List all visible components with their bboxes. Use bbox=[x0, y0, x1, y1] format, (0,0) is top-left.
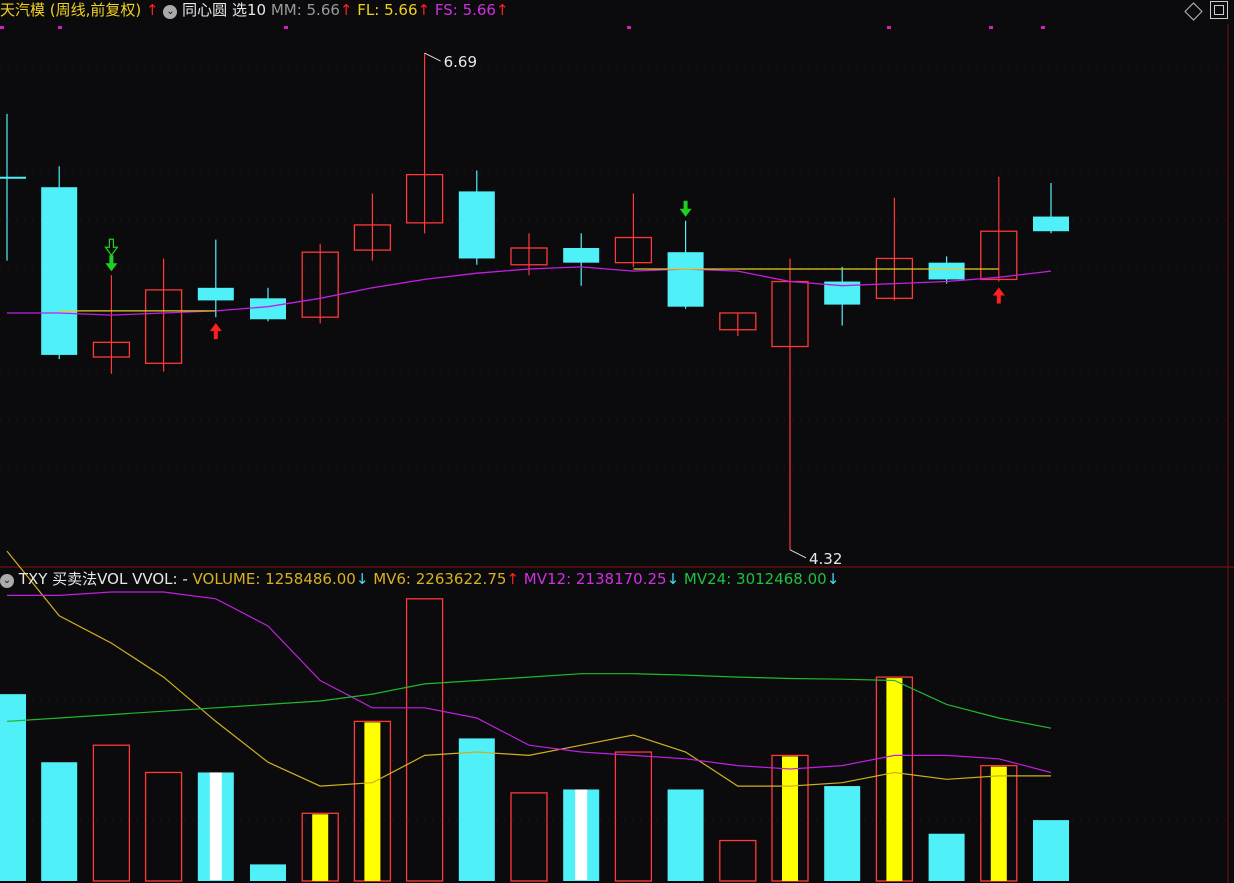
top-marker bbox=[887, 26, 891, 29]
window-controls bbox=[1184, 1, 1228, 21]
mm-value: MM: 5.66 bbox=[270, 1, 340, 19]
candle-body bbox=[458, 191, 495, 259]
volume-bar-inner bbox=[312, 814, 329, 881]
diamond-icon[interactable] bbox=[1184, 2, 1203, 21]
candle-body bbox=[1033, 216, 1069, 232]
volume-bar-inner bbox=[990, 766, 1007, 881]
volume-down-arrow-icon: ↓ bbox=[355, 570, 369, 588]
candle-body bbox=[667, 252, 704, 307]
mv12-value: MV12: 2138170.25 bbox=[523, 570, 667, 588]
top-marker bbox=[0, 26, 4, 29]
dropdown-circle-icon[interactable]: ⌄ bbox=[0, 574, 14, 588]
mv24-value: MV24: 3012468.00 bbox=[683, 570, 827, 588]
fs-up-arrow-icon: ↑ bbox=[495, 1, 509, 19]
volume-bar bbox=[667, 789, 704, 881]
volume-bar-inner bbox=[575, 789, 588, 880]
mv24-down-arrow-icon: ↓ bbox=[826, 570, 840, 588]
candle-body bbox=[928, 262, 965, 280]
up-arrow-icon: ↑ bbox=[146, 1, 159, 19]
volume-bar bbox=[0, 694, 26, 881]
candle-body bbox=[197, 287, 234, 301]
volume-indicator-name[interactable]: TXY 买卖法VOL VVOL: - bbox=[19, 570, 188, 588]
top-marker bbox=[989, 26, 993, 29]
top-marker bbox=[627, 26, 631, 29]
chart-header: 天汽模 (周线,前复权) ↑ ⌄ 同心圆 选10 MM: 5.66↑ FL: 5… bbox=[0, 0, 509, 20]
volume-bar bbox=[41, 762, 78, 881]
top-marker bbox=[284, 26, 288, 29]
volume-bar-inner bbox=[364, 722, 381, 881]
volume-bar-inner bbox=[209, 772, 222, 880]
volume-value: VOLUME: 1258486.00 bbox=[192, 570, 356, 588]
stock-chart[interactable]: 6.69 4.32 bbox=[0, 0, 1234, 883]
volume-bar-inner bbox=[886, 678, 903, 881]
indicator-name[interactable]: 同心圆 选10 bbox=[182, 1, 266, 19]
volume-bar bbox=[1033, 820, 1069, 881]
top-marker bbox=[1041, 26, 1045, 29]
volume-bar bbox=[824, 786, 861, 881]
dropdown-circle-icon[interactable]: ⌄ bbox=[163, 5, 178, 19]
price-extreme-label: 6.69 bbox=[444, 53, 477, 71]
candle-body bbox=[563, 248, 600, 263]
stock-title: 天汽模 (周线,前复权) bbox=[0, 1, 142, 19]
mv12-down-arrow-icon: ↓ bbox=[666, 570, 680, 588]
candle-body bbox=[250, 298, 286, 320]
volume-header: ⌄ TXY 买卖法VOL VVOL: - VOLUME: 1258486.00↓… bbox=[0, 569, 839, 589]
fl-up-arrow-icon: ↑ bbox=[417, 1, 431, 19]
fs-value: FS: 5.66 bbox=[434, 1, 496, 19]
volume-bar bbox=[458, 738, 495, 881]
volume-bar bbox=[928, 833, 965, 881]
volume-bar-inner bbox=[782, 756, 798, 881]
mv6-up-arrow-icon: ↑ bbox=[506, 570, 519, 588]
price-extreme-label: 4.32 bbox=[809, 550, 842, 568]
mm-up-arrow-icon: ↑ bbox=[339, 1, 353, 19]
chart-background bbox=[0, 0, 1234, 883]
mv6-value: MV6: 2263622.75 bbox=[373, 570, 507, 588]
restore-window-icon[interactable] bbox=[1210, 1, 1228, 19]
volume-bar bbox=[250, 864, 286, 881]
fl-value: FL: 5.66 bbox=[357, 1, 418, 19]
candle-body bbox=[41, 187, 78, 355]
candle-body bbox=[0, 176, 26, 179]
top-marker bbox=[58, 26, 62, 29]
